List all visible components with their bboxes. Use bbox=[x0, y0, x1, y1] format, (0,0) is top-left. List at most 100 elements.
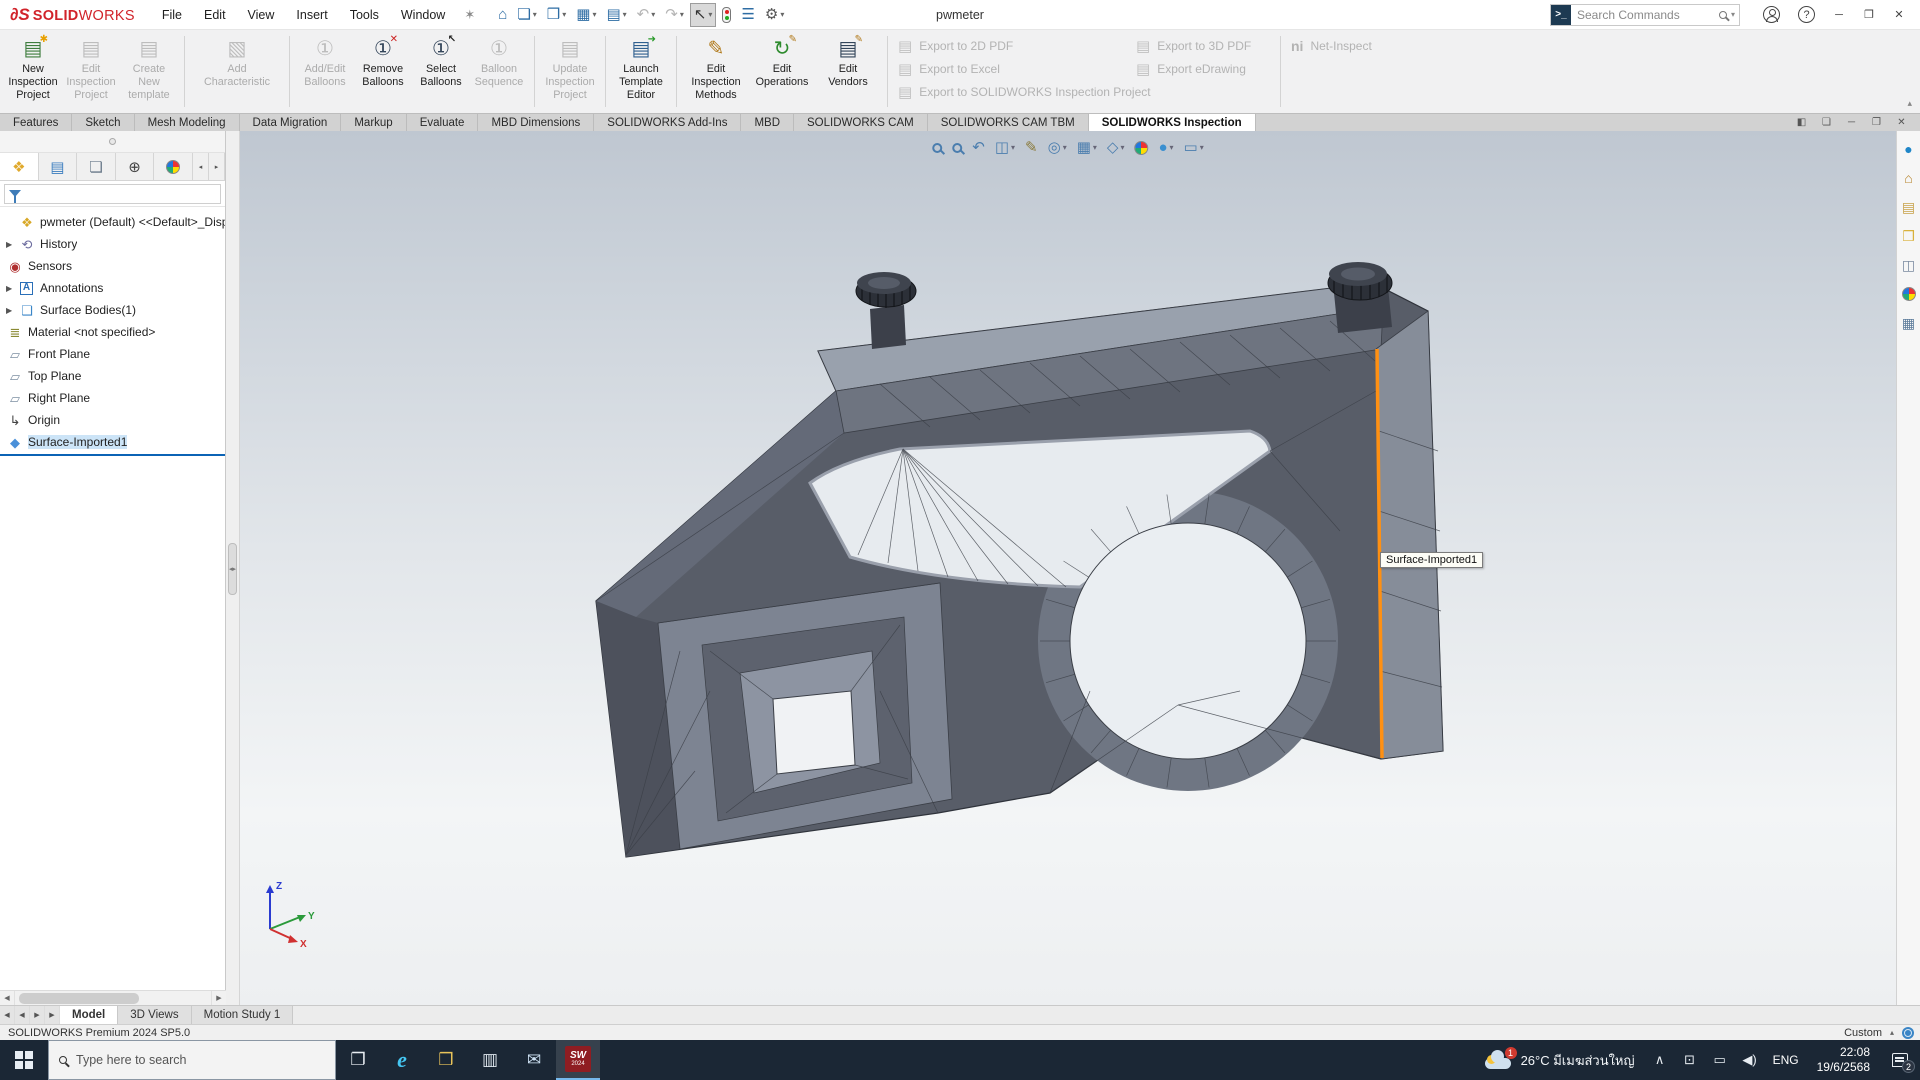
tab-mbd-dimensions[interactable]: MBD Dimensions bbox=[478, 114, 594, 131]
tab-markup[interactable]: Markup bbox=[341, 114, 406, 131]
language-indicator[interactable]: ENG bbox=[1765, 1053, 1807, 1067]
select-balloons-button[interactable]: ①↖ Select Balloons bbox=[412, 33, 470, 89]
menu-view[interactable]: View bbox=[237, 0, 286, 29]
home-tab[interactable]: ⌂ bbox=[1899, 168, 1919, 188]
tile-window-button[interactable]: ◧ bbox=[1789, 114, 1814, 131]
model-3d-view[interactable] bbox=[240, 131, 1896, 1005]
add-characteristic-button[interactable]: ▧ Add Characteristic bbox=[191, 33, 283, 89]
new-inspection-project-button[interactable]: ▤✱ New Inspection Project bbox=[4, 33, 62, 103]
view-palette-tab[interactable]: ◫ bbox=[1899, 255, 1919, 275]
home-button[interactable]: ⌂ bbox=[494, 3, 511, 27]
doc-tab-prev-button[interactable]: ◀ bbox=[15, 1006, 30, 1024]
displaymanager-tab[interactable] bbox=[154, 153, 193, 180]
motion-study-tab[interactable]: Motion Study 1 bbox=[192, 1006, 294, 1024]
menu-insert[interactable]: Insert bbox=[285, 0, 338, 29]
scrollbar-thumb[interactable] bbox=[19, 993, 139, 1004]
edge-button[interactable]: e bbox=[380, 1040, 424, 1080]
tree-root-part[interactable]: ❖ pwmeter (Default) <<Default>_Display bbox=[0, 211, 225, 233]
file-explorer-button[interactable]: ❒ bbox=[424, 1040, 468, 1080]
solidworks-resources-tab[interactable]: ● bbox=[1899, 139, 1919, 159]
restore-document-button[interactable]: ❐ bbox=[1864, 114, 1889, 131]
menu-tools[interactable]: Tools bbox=[339, 0, 390, 29]
tree-item-sensors[interactable]: ◉ Sensors bbox=[0, 255, 225, 277]
configurationmanager-tab[interactable]: ❏ bbox=[77, 153, 116, 180]
custom-properties-tab[interactable]: ▦ bbox=[1899, 313, 1919, 333]
tree-filter-input[interactable] bbox=[4, 184, 221, 204]
tab-sketch[interactable]: Sketch bbox=[72, 114, 134, 131]
tree-item-surface-bodies[interactable]: ▶ ❑ Surface Bodies(1) bbox=[0, 299, 225, 321]
tree-item-right-plane[interactable]: ▱ Right Plane bbox=[0, 387, 225, 409]
panel-horizontal-scrollbar[interactable]: ◀ ▶ bbox=[0, 990, 226, 1005]
scroll-left-arrow[interactable]: ◀ bbox=[0, 991, 15, 1005]
select-button[interactable]: ↖ ▾ bbox=[690, 3, 717, 27]
tab-mesh-modeling[interactable]: Mesh Modeling bbox=[135, 114, 240, 131]
export-3d-pdf-button[interactable]: ▤Export to 3D PDF bbox=[1136, 34, 1270, 57]
close-document-button[interactable]: ✕ bbox=[1889, 114, 1914, 131]
net-inspect-button[interactable]: niNet-Inspect bbox=[1291, 34, 1372, 57]
tree-item-history[interactable]: ▶ ⟲ History bbox=[0, 233, 225, 255]
tree-item-top-plane[interactable]: ▱ Top Plane bbox=[0, 365, 225, 387]
menu-file[interactable]: File bbox=[151, 0, 193, 29]
tab-evaluate[interactable]: Evaluate bbox=[407, 114, 479, 131]
doc-tab-next-button[interactable]: ▶ bbox=[30, 1006, 45, 1024]
tab-data-migration[interactable]: Data Migration bbox=[240, 114, 342, 131]
solidworks-app-button[interactable]: SW2024 bbox=[556, 1040, 600, 1080]
appearances-tab[interactable] bbox=[1899, 284, 1919, 304]
tab-solidworks-add-ins[interactable]: SOLIDWORKS Add-Ins bbox=[594, 114, 741, 131]
model-tab[interactable]: Model bbox=[60, 1006, 118, 1024]
weather-widget[interactable]: 1 26°C มีเมฆส่วนใหญ่ bbox=[1473, 1040, 1645, 1080]
create-new-template-button[interactable]: ▤ Create New template bbox=[120, 33, 178, 103]
tab-features[interactable]: Features bbox=[0, 114, 72, 131]
add-edit-balloons-button[interactable]: ① Add/Edit Balloons bbox=[296, 33, 354, 89]
taskbar-search-input[interactable]: Type here to search bbox=[48, 1040, 336, 1080]
redo-button[interactable]: ↷ ▾ bbox=[661, 3, 688, 27]
design-library-tab[interactable]: ▤ bbox=[1899, 197, 1919, 217]
status-globe-icon[interactable] bbox=[1902, 1027, 1914, 1039]
splitter-handle[interactable]: ◂▸ bbox=[228, 543, 237, 595]
network-icon[interactable]: ▭ bbox=[1707, 1040, 1733, 1080]
edit-inspection-methods-button[interactable]: ✎ Edit Inspection Methods bbox=[683, 33, 749, 103]
start-button[interactable] bbox=[0, 1040, 48, 1080]
panel-splitter-top[interactable] bbox=[0, 131, 225, 153]
mail-button[interactable]: ✉ bbox=[512, 1040, 556, 1080]
search-dropdown-caret[interactable]: ▾ bbox=[1731, 10, 1735, 19]
collapse-ribbon-button[interactable]: ▴ bbox=[1907, 98, 1912, 109]
taskbar-clock[interactable]: 22:08 19/6/2568 bbox=[1807, 1045, 1880, 1075]
panel-tabs-scroll-right[interactable]: ▸ bbox=[209, 153, 225, 180]
featuremanager-tab[interactable]: ❖ bbox=[0, 153, 39, 180]
action-center-button[interactable]: 2 bbox=[1880, 1040, 1920, 1080]
search-icon[interactable] bbox=[1719, 11, 1727, 19]
export-excel-button[interactable]: ▤Export to Excel bbox=[898, 57, 1120, 80]
restore-window-button[interactable]: ❐ bbox=[1854, 8, 1884, 21]
edit-inspection-project-button[interactable]: ▤ Edit Inspection Project bbox=[62, 33, 120, 103]
scroll-right-arrow[interactable]: ▶ bbox=[211, 991, 226, 1005]
status-custom-label[interactable]: Custom bbox=[1844, 1027, 1882, 1039]
new-window-button[interactable]: ❏ bbox=[1814, 114, 1839, 131]
minimize-window-button[interactable]: ─ bbox=[1824, 9, 1854, 21]
open-button[interactable]: ❒ ▾ bbox=[543, 3, 570, 27]
launch-template-editor-button[interactable]: ▤➜ Launch Template Editor bbox=[612, 33, 670, 103]
panel-viewport-splitter[interactable]: ◂▸ bbox=[226, 131, 240, 1005]
export-2d-pdf-button[interactable]: ▤Export to 2D PDF bbox=[898, 34, 1120, 57]
screen-snip-icon[interactable]: ⊡ bbox=[1677, 1040, 1703, 1080]
rebuild-button[interactable] bbox=[718, 3, 735, 27]
menu-edit[interactable]: Edit bbox=[193, 0, 237, 29]
tree-item-origin[interactable]: ↳ Origin bbox=[0, 409, 225, 431]
remove-balloons-button[interactable]: ①✕ Remove Balloons bbox=[354, 33, 412, 89]
file-properties-button[interactable]: ☰ bbox=[737, 3, 758, 27]
graphics-viewport[interactable]: ↶ ◫ ▾ ✎ bbox=[240, 131, 1896, 1005]
new-document-button[interactable]: ❏ ▾ bbox=[513, 3, 540, 27]
dimxpertmanager-tab[interactable]: ⊕ bbox=[116, 153, 155, 180]
propertymanager-tab[interactable]: ▤ bbox=[39, 153, 78, 180]
doc-tab-last-button[interactable]: ▶ bbox=[45, 1006, 60, 1024]
undo-button[interactable]: ↶ ▾ bbox=[633, 3, 660, 27]
close-window-button[interactable]: ✕ bbox=[1884, 8, 1914, 21]
3d-views-tab[interactable]: 3D Views bbox=[118, 1006, 191, 1024]
file-explorer-tab[interactable]: ❒ bbox=[1899, 226, 1919, 246]
tab-solidworks-cam-tbm[interactable]: SOLIDWORKS CAM TBM bbox=[928, 114, 1089, 131]
export-swi-project-button[interactable]: ▤Export to SOLIDWORKS Inspection Project bbox=[898, 80, 1120, 103]
tray-chevron[interactable]: ∧ bbox=[1647, 1040, 1673, 1080]
export-edrawing-button[interactable]: ▤Export eDrawing bbox=[1136, 57, 1270, 80]
balloon-sequence-button[interactable]: ① Balloon Sequence bbox=[470, 33, 528, 89]
pin-icon[interactable]: ✶ bbox=[456, 7, 483, 23]
